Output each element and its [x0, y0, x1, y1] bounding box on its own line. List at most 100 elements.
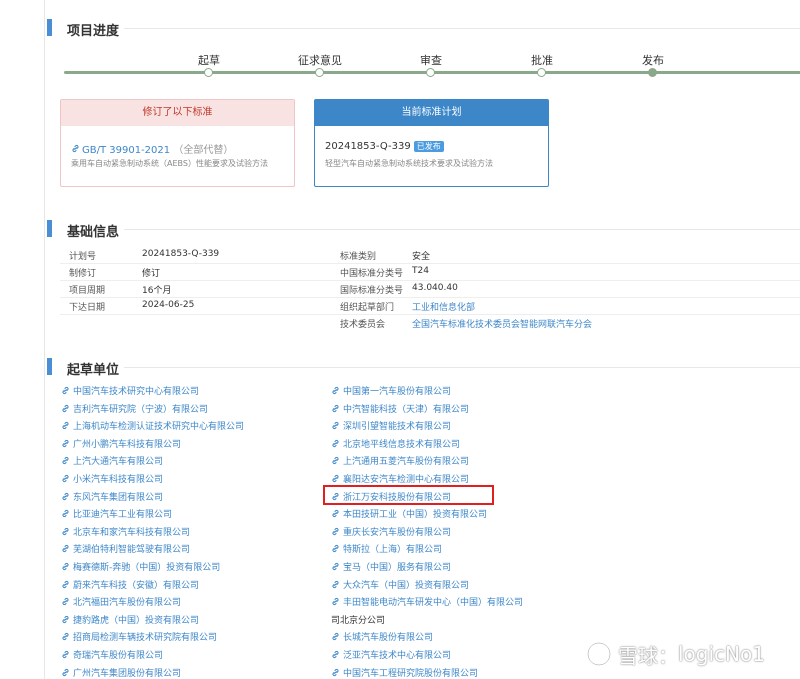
drafting-unit-name: 宝马（中国）服务有限公司: [343, 563, 452, 573]
drafting-unit-name: 北汽福田汽车股份有限公司: [73, 598, 182, 608]
info-key: 国际标准分类号: [340, 286, 404, 296]
drafting-unit-name: 比亚迪汽车工业有限公司: [73, 510, 173, 520]
drafting-unit-link[interactable]: 吉利汽车研究院（宁波）有限公司: [61, 402, 208, 415]
committee-link[interactable]: 全国汽车标准化技术委员会智能网联汽车分会: [412, 317, 592, 330]
link-icon: [62, 474, 69, 483]
drafting-unit-name: 本田技研工业（中国）投资有限公司: [343, 510, 488, 520]
revised-standard-card: 修订了以下标准 GB/T 39901-2021 （全部代替） 乘用车自动紧急制动…: [60, 99, 295, 187]
step-label-review: 审查: [420, 54, 442, 67]
link-icon: [332, 650, 339, 659]
step-label-draft: 起草: [198, 54, 220, 67]
drafting-unit-link[interactable]: 本田技研工业（中国）投资有限公司: [331, 507, 487, 520]
drafting-unit-link[interactable]: 上海机动车检测认证技术研究中心有限公司: [61, 419, 244, 432]
section-title-drafting-units: 起草单位: [67, 363, 120, 378]
drafting-unit-link[interactable]: 梅赛德斯-奔驰（中国）投资有限公司: [61, 560, 220, 573]
info-key: 计划号: [69, 252, 97, 262]
link-icon: [332, 632, 339, 641]
link-icon: [332, 509, 339, 518]
step-dot-approve: [537, 68, 546, 77]
drafting-unit-name: 奇瑞汽车股份有限公司: [73, 651, 164, 661]
drafting-unit-link[interactable]: 深圳引望智能技术有限公司: [331, 419, 451, 432]
replacement-note: （全部代替）: [173, 145, 234, 156]
info-value: 2024-06-25: [142, 300, 195, 310]
drafting-unit-link[interactable]: 大众汽车（中国）投资有限公司: [331, 578, 469, 591]
drafting-unit-link[interactable]: 重庆长安汽车股份有限公司: [331, 525, 451, 538]
section-marker: [47, 220, 52, 237]
drafting-unit-link[interactable]: 中汽智能科技（天津）有限公司: [331, 402, 469, 415]
link-icon: [62, 580, 69, 589]
link-icon: [62, 544, 69, 553]
drafting-unit-link[interactable]: 招商局检测车辆技术研究院有限公司: [61, 630, 217, 643]
department-link[interactable]: 工业和信息化部: [412, 300, 475, 313]
drafting-unit-link[interactable]: 广州小鹏汽车科技有限公司: [61, 437, 181, 450]
link-icon: [62, 386, 69, 395]
drafting-unit-link[interactable]: 上汽通用五菱汽车股份有限公司: [331, 454, 469, 467]
info-value: 安全: [412, 252, 431, 262]
status-badge: 已发布: [413, 141, 444, 152]
info-key: 中国标准分类号: [340, 269, 404, 279]
drafting-unit-name: 吉利汽车研究院（宁波）有限公司: [73, 405, 209, 415]
drafting-unit-link[interactable]: 奇瑞汽车股份有限公司: [61, 648, 163, 661]
drafting-unit-link[interactable]: 襄阳达安汽车检测中心有限公司: [331, 472, 469, 485]
drafting-unit-link[interactable]: 北京地平线信息技术有限公司: [331, 437, 460, 450]
info-key: 技术委员会: [340, 320, 386, 330]
drafting-unit-name: 广州小鹏汽车科技有限公司: [73, 440, 182, 450]
drafting-unit-name: 襄阳达安汽车检测中心有限公司: [343, 475, 470, 485]
current-plan-card: 当前标准计划 20241853-Q-339 已发布 轻型汽车自动紧急制动系统技术要…: [314, 99, 549, 187]
link-icon: [332, 527, 339, 536]
watermark-sep: ：: [658, 643, 678, 668]
standard-code-link[interactable]: GB/T 39901-2021: [82, 145, 170, 156]
drafting-unit-link[interactable]: 北汽福田汽车股份有限公司: [61, 595, 181, 608]
drafting-unit-link[interactable]: 中国第一汽车股份有限公司: [331, 384, 451, 397]
info-key: 项目周期: [69, 286, 106, 296]
section-divider: [124, 28, 800, 29]
drafting-unit-link[interactable]: 比亚迪汽车工业有限公司: [61, 507, 172, 520]
link-icon: [62, 597, 69, 606]
drafting-unit-link[interactable]: 广州汽车集团股份有限公司: [61, 666, 181, 679]
drafting-unit-name: 上汽大通汽车有限公司: [73, 457, 164, 467]
drafting-unit-name: 司北京分公司: [331, 616, 386, 626]
info-key: 下达日期: [69, 303, 106, 313]
link-icon: [62, 492, 69, 501]
card-code-line: GB/T 39901-2021 （全部代替）: [71, 141, 233, 156]
drafting-unit-link[interactable]: 泛亚汽车技术中心有限公司: [331, 648, 451, 661]
drafting-unit-link[interactable]: 芜湖伯特利智能驾驶有限公司: [61, 542, 190, 555]
link-icon: [62, 527, 69, 536]
drafting-unit-link[interactable]: 东风汽车集团有限公司: [61, 490, 163, 503]
info-value: 43.040.40: [412, 283, 458, 293]
drafting-unit-link[interactable]: 捷豹路虎（中国）投资有限公司: [61, 613, 199, 626]
drafting-unit-name: 丰田智能电动汽车研发中心（中国）有限公司: [343, 598, 524, 608]
drafting-unit-link[interactable]: 长城汽车股份有限公司: [331, 630, 433, 643]
drafting-unit-link[interactable]: 丰田智能电动汽车研发中心（中国）有限公司: [331, 595, 523, 608]
drafting-unit-name: 泛亚汽车技术中心有限公司: [343, 651, 452, 661]
snowball-logo-icon: [586, 641, 612, 667]
link-icon: [62, 650, 69, 659]
step-dot-publish: [648, 68, 657, 77]
card-description: 乘用车自动紧急制动系统（AEBS）性能要求及试验方法: [71, 159, 268, 168]
drafting-unit-link[interactable]: 宝马（中国）服务有限公司: [331, 560, 451, 573]
drafting-unit-name: 小米汽车科技有限公司: [73, 475, 164, 485]
drafting-unit-name: 招商局检测车辆技术研究院有限公司: [73, 633, 218, 643]
drafting-unit-name: 梅赛德斯-奔驰（中国）投资有限公司: [73, 563, 221, 573]
drafting-unit-name: 北京车和家汽车科技有限公司: [73, 528, 191, 538]
link-icon: [62, 421, 69, 430]
link-icon: [332, 474, 339, 483]
drafting-unit-link[interactable]: 小米汽车科技有限公司: [61, 472, 163, 485]
link-icon: [332, 597, 339, 606]
section-divider: [124, 367, 800, 368]
drafting-unit-name: 深圳引望智能技术有限公司: [343, 422, 452, 432]
drafting-unit-name: 芜湖伯特利智能驾驶有限公司: [73, 545, 191, 555]
watermark: 雪球： logicNo1: [586, 640, 765, 668]
drafting-unit-link[interactable]: 上汽大通汽车有限公司: [61, 454, 163, 467]
drafting-unit-name: 中国汽车技术研究中心有限公司: [73, 387, 200, 397]
drafting-unit-link[interactable]: 北京车和家汽车科技有限公司: [61, 525, 190, 538]
step-dot-comment: [315, 68, 324, 77]
drafting-unit-name: 中国第一汽车股份有限公司: [343, 387, 452, 397]
drafting-unit-link[interactable]: 中国汽车技术研究中心有限公司: [61, 384, 199, 397]
info-value: 20241853-Q-339: [142, 249, 220, 259]
drafting-unit-link[interactable]: 蔚来汽车科技（安徽）有限公司: [61, 578, 199, 591]
drafting-unit-name: 东风汽车集团有限公司: [73, 493, 164, 503]
drafting-unit-link[interactable]: 中国汽车工程研究院股份有限公司: [331, 666, 478, 679]
step-label-approve: 批准: [531, 54, 553, 67]
drafting-unit-link[interactable]: 特斯拉（上海）有限公司: [331, 542, 442, 555]
